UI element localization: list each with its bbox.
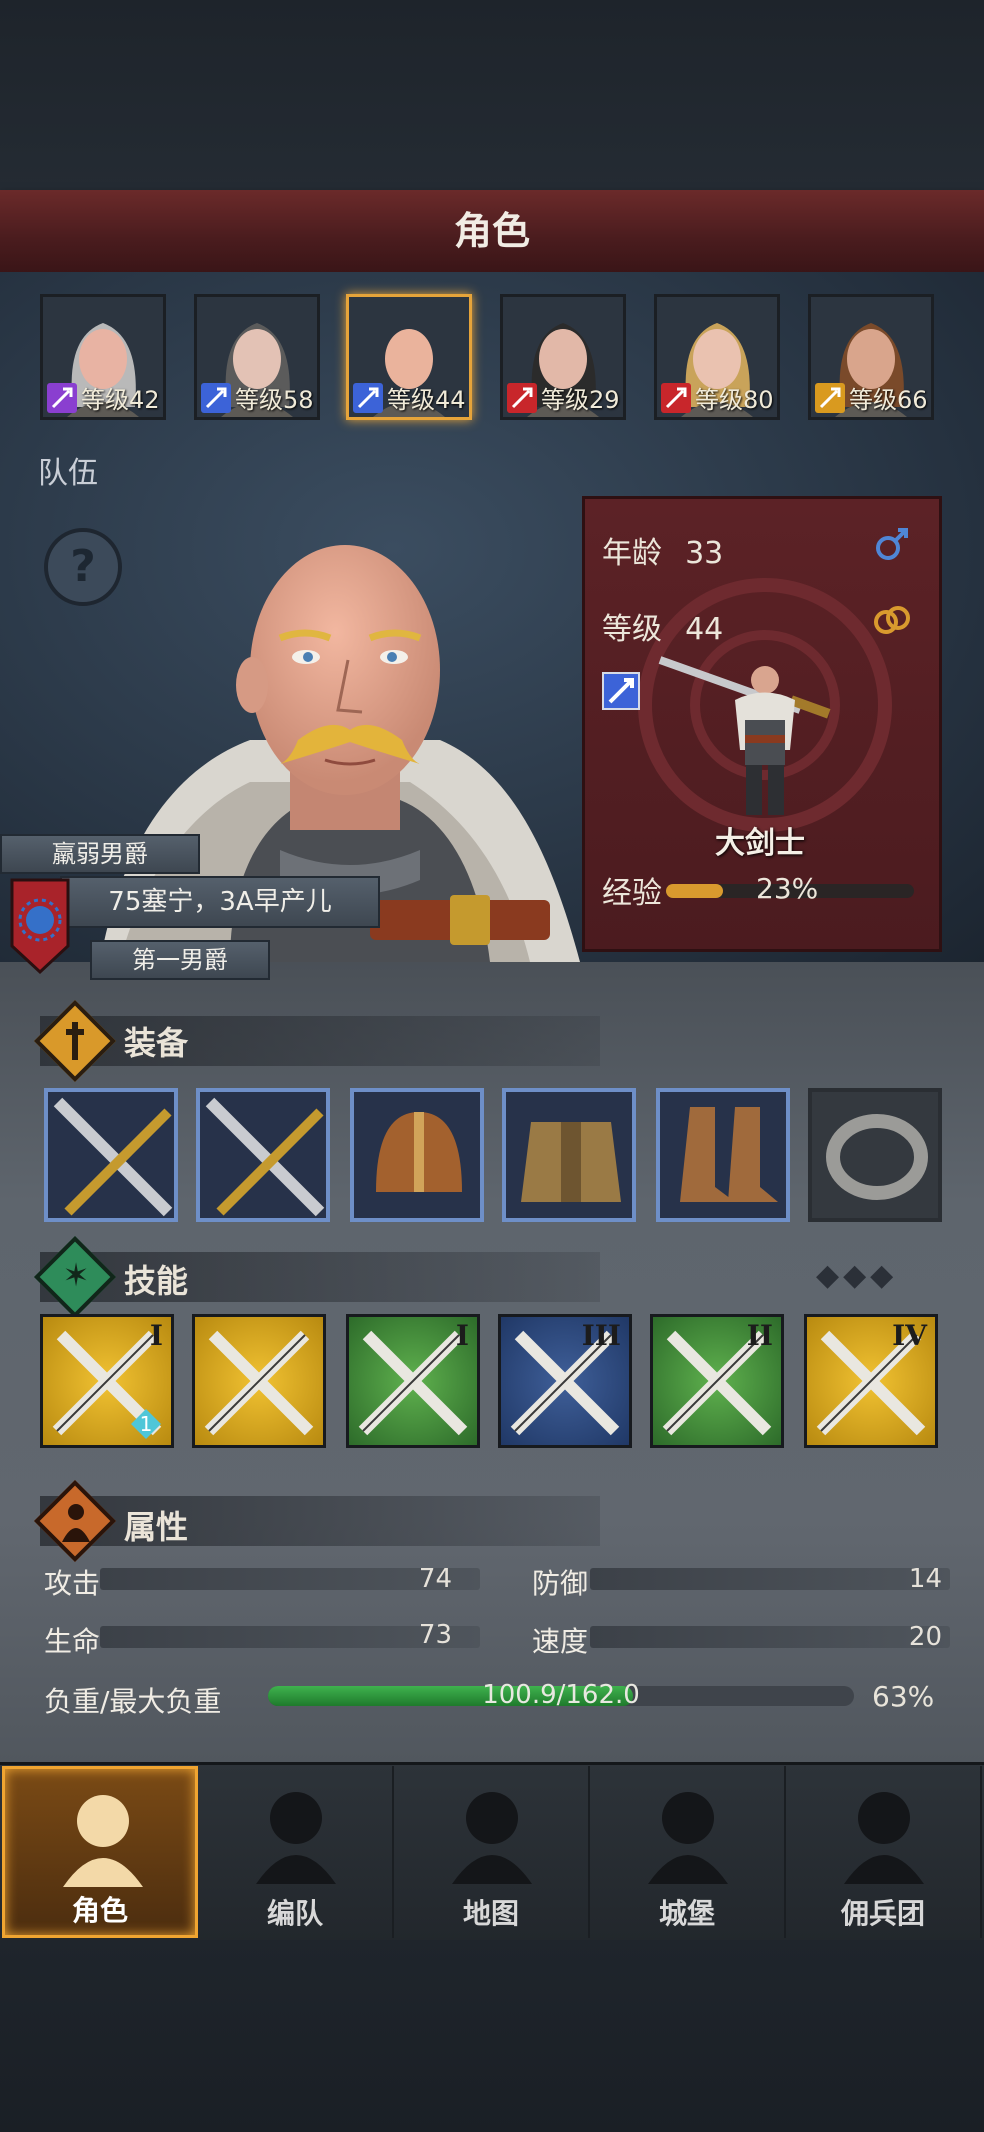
attributes-title: 属性: [124, 1508, 189, 1546]
sword-icon: [201, 383, 231, 413]
skills-title: 技能: [124, 1262, 189, 1300]
skill-slot-1[interactable]: I1: [40, 1314, 174, 1448]
skill-slot-3[interactable]: I: [346, 1314, 480, 1448]
age-label: 年龄: [602, 536, 662, 571]
boots-icon: [680, 1107, 778, 1202]
roster-portrait-5[interactable]: 等级80: [654, 294, 780, 420]
roster-level: 等级80: [695, 386, 774, 414]
class-name: 大剑士: [715, 826, 805, 861]
top-background: [0, 0, 984, 190]
class-sword-icon: [602, 672, 640, 710]
roster-level: 等级42: [81, 386, 160, 414]
marriage-rings-icon[interactable]: [872, 602, 912, 638]
weight-value: 100.9/162.0: [482, 1680, 640, 1710]
hp-label: 生命: [44, 1625, 101, 1658]
skill-rank: III: [581, 1319, 621, 1352]
helmet-icon: [376, 1112, 462, 1192]
nav-label: 城堡: [658, 1897, 715, 1930]
skill-slot-6[interactable]: IV: [804, 1314, 938, 1448]
attack-label: 攻击: [44, 1567, 101, 1600]
roster-portrait-6[interactable]: 等级66: [808, 294, 934, 420]
equipment-slot-5[interactable]: [656, 1088, 790, 1222]
roster-level: 等级29: [541, 386, 620, 414]
nav-label: 角色: [71, 1894, 128, 1927]
compass-icon: [452, 1792, 532, 1884]
equipment-slot-3[interactable]: [350, 1088, 484, 1222]
wolf-icon: [507, 383, 537, 413]
class-character-sprite: [658, 656, 831, 815]
nav-3[interactable]: 地图: [394, 1766, 590, 1938]
castle-icon: [648, 1792, 728, 1884]
house-crest-icon[interactable]: [8, 876, 72, 976]
nav-label: 佣兵团: [840, 1897, 925, 1930]
helmet-squad-icon: [256, 1792, 336, 1884]
skill-slot-4[interactable]: III: [498, 1314, 632, 1448]
age-row: 年龄 33: [602, 528, 723, 572]
exp-bar-fill: [666, 884, 724, 898]
nav-4[interactable]: 城堡: [590, 1766, 786, 1938]
team-label: 队伍: [38, 456, 98, 491]
nav-2[interactable]: 编队: [198, 1766, 394, 1938]
roster-portrait-4[interactable]: 等级29: [500, 294, 626, 420]
page-title: 角色: [453, 209, 530, 253]
greatsword-icon: [205, 1097, 325, 1217]
defense-value: 14: [908, 1564, 942, 1594]
skill-points-diamonds: ◆◆◆: [816, 1258, 898, 1293]
age-value: 33: [685, 536, 724, 571]
attack-value: 74: [418, 1564, 452, 1594]
defense-label: 防御: [532, 1567, 589, 1600]
male-icon: [876, 528, 908, 560]
ring-icon: [826, 1114, 928, 1200]
hero-title-top: 羸弱男爵: [0, 834, 200, 874]
roster-portrait-1[interactable]: 等级42: [40, 294, 166, 420]
dagger-icon: [66, 1022, 84, 1060]
hp-value: 73: [418, 1620, 452, 1650]
person-icon: [62, 1504, 90, 1542]
equipment-title: 装备: [124, 1024, 189, 1062]
sword-icon: [353, 383, 383, 413]
equipment-slot-1[interactable]: [44, 1088, 178, 1222]
nav-5[interactable]: 佣兵团: [786, 1766, 982, 1938]
star-icon: ✶: [62, 1256, 90, 1294]
roster-level: 等级58: [235, 386, 314, 414]
exp-label: 经验: [602, 876, 662, 911]
equipment-slot-2[interactable]: [196, 1088, 330, 1222]
banner-fist-icon: [844, 1792, 924, 1884]
knight-icon: [63, 1795, 143, 1887]
greatsword-icon: [53, 1097, 173, 1217]
roster-level: 等级66: [849, 386, 928, 414]
speed-label: 速度: [532, 1625, 589, 1658]
skill-rank: I: [149, 1319, 163, 1352]
equipment-slot-4[interactable]: [502, 1088, 636, 1222]
hero-trait[interactable]: 75塞宁，3A早产儿: [60, 876, 380, 928]
skill-slot-5[interactable]: II: [650, 1314, 784, 1448]
bottom-background: [0, 1940, 984, 2132]
skill-rank: IV: [892, 1319, 927, 1352]
skill-rank: II: [746, 1319, 773, 1352]
roster-level: 等级44: [387, 386, 466, 414]
staff-icon: [47, 383, 77, 413]
nav-label: 地图: [462, 1897, 519, 1930]
exp-percent: 23%: [756, 872, 819, 905]
equipment-slot-6[interactable]: [808, 1088, 942, 1222]
wolf-icon: [661, 383, 691, 413]
nav-1[interactable]: 角色: [2, 1766, 198, 1938]
armor-icon: [521, 1122, 621, 1202]
sword-aura-icon: [204, 1330, 314, 1436]
weight-label: 负重/最大负重: [44, 1685, 222, 1718]
skill-slot-2[interactable]: [192, 1314, 326, 1448]
roster-portrait-3[interactable]: 等级44: [346, 294, 472, 420]
hero-title-bottom: 第一男爵: [90, 940, 270, 980]
nav-label: 编队: [266, 1897, 323, 1930]
weight-percent: 63%: [872, 1680, 935, 1713]
roster-portrait-2[interactable]: 等级58: [194, 294, 320, 420]
shield-icon: [815, 383, 845, 413]
skill-rank: I: [455, 1319, 469, 1352]
speed-value: 20: [908, 1622, 942, 1652]
